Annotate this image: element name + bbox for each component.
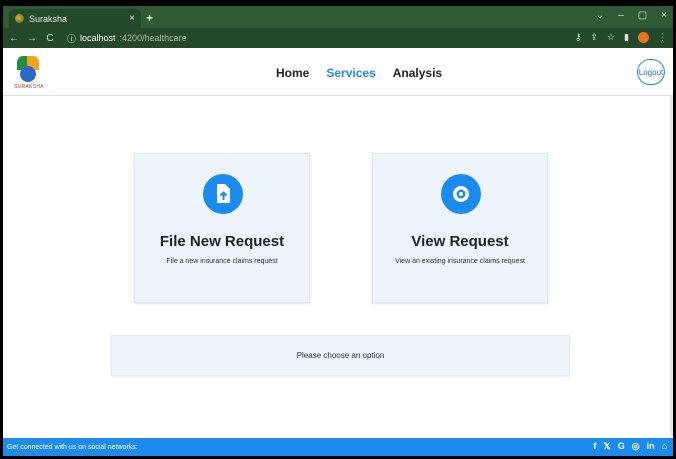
back-icon[interactable]: ← [7,33,21,44]
scrollbar[interactable] [670,96,673,436]
app-header: SURAKSHA Home Services Analysis Logout [3,48,673,96]
twitter-icon[interactable]: 𝕏 [603,441,610,452]
url-path: :4200/healthcare [119,33,187,43]
site-info-icon[interactable]: ⓘ [67,32,76,45]
logout-button[interactable]: Logout [637,59,665,85]
google-icon[interactable]: G [618,441,625,452]
file-upload-icon [203,174,243,214]
logo-text: SURAKSHA [14,84,44,90]
footer-text: Get connected with us on social networks… [7,443,138,451]
browser-tabbar: Suraksha × + ⌄ – ▢ × [3,6,673,28]
facebook-icon[interactable]: f [593,441,596,452]
sidepanel-icon[interactable]: ▮ [624,32,629,43]
minimize-icon[interactable]: – [618,10,624,21]
social-links: f 𝕏 G ◎ in ⌂ [593,441,667,452]
view-request-card[interactable]: View Request View an existing insurance … [372,153,548,303]
address-bar: ← → C ⓘ localhost:4200/healthcare ⚷ ⇪ ☆ … [3,28,673,48]
linkedin-icon[interactable]: in [647,441,655,452]
forward-icon[interactable]: → [25,33,39,44]
card-description: View an existing insurance claims reques… [395,258,525,265]
logo[interactable]: SURAKSHA [13,54,44,90]
instagram-icon[interactable]: ◎ [632,441,640,452]
tab-close-icon[interactable]: × [129,13,135,24]
url-field[interactable]: ⓘ localhost:4200/healthcare [67,32,187,45]
tab-search-icon[interactable]: ⌄ [596,10,604,21]
tab-title: Suraksha [29,13,68,24]
menu-icon[interactable]: ⋮ [658,32,667,43]
file-new-request-card[interactable]: File New Request File a new insurance cl… [134,153,310,303]
new-tab-button[interactable]: + [146,11,153,25]
toolbar-icons: ⚷ ⇪ ☆ ▮ ⋮ [575,32,667,43]
window-controls: ⌄ – ▢ × [596,10,667,21]
maximize-icon[interactable]: ▢ [638,10,647,21]
reload-icon[interactable]: C [43,33,57,44]
url-host: localhost [80,33,116,43]
window-close-icon[interactable]: × [661,10,667,21]
main-nav: Home Services Analysis [276,66,442,80]
footer: Get connected with us on social networks… [3,438,673,456]
eye-icon [441,174,481,214]
star-icon[interactable]: ☆ [607,32,615,43]
card-title: View Request [411,233,509,250]
favicon-icon [15,14,24,23]
browser-tab[interactable]: Suraksha × [9,9,141,28]
card-description: File a new insurance claims request [166,258,278,265]
logo-figure [20,66,36,82]
nav-services[interactable]: Services [326,66,375,80]
choose-option-message: Please choose an option [111,335,570,376]
nav-analysis[interactable]: Analysis [393,66,442,80]
key-icon[interactable]: ⚷ [575,32,582,43]
nav-home[interactable]: Home [276,66,309,80]
github-icon[interactable]: ⌂ [662,441,667,452]
share-icon[interactable]: ⇪ [590,32,598,43]
card-title: File New Request [159,233,285,250]
profile-avatar[interactable] [638,32,649,43]
